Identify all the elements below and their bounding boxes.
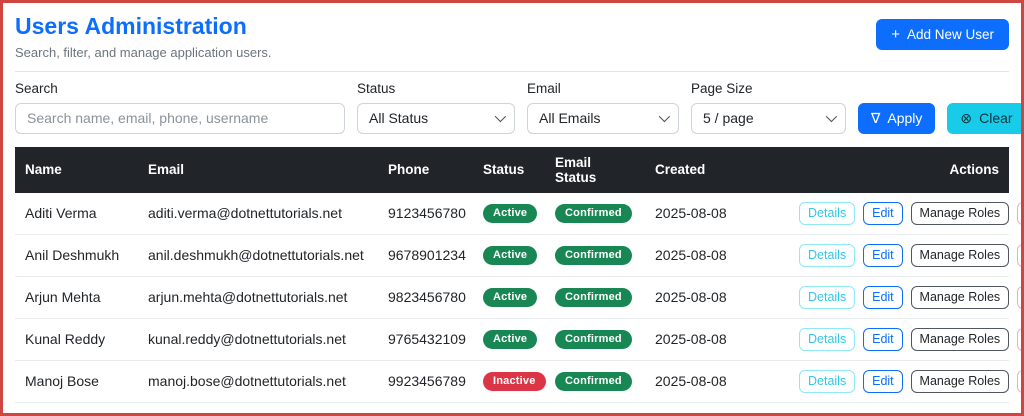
user-name: Arjun Mehta bbox=[15, 276, 138, 319]
col-created: Created bbox=[645, 146, 785, 193]
user-phone: 9123456780 bbox=[378, 192, 473, 235]
page-size-group: Page Size 5 / page bbox=[691, 81, 846, 134]
email-status-badge: Confirmed bbox=[555, 330, 632, 350]
user-name: Kunal Reddy bbox=[15, 318, 138, 361]
table-body: Aditi Verma aditi.verma@dotnettutorials.… bbox=[15, 192, 1021, 403]
filter-icon: ∇ bbox=[871, 110, 881, 127]
delete-button[interactable]: Delete bbox=[1017, 243, 1021, 267]
delete-button[interactable]: Delete bbox=[1017, 327, 1021, 351]
user-name: Aditi Verma bbox=[15, 192, 138, 235]
edit-button[interactable]: Edit bbox=[863, 201, 903, 225]
edit-button[interactable]: Edit bbox=[863, 369, 903, 393]
header-divider bbox=[15, 70, 1009, 72]
manage-roles-button[interactable]: Manage Roles bbox=[910, 327, 1010, 351]
table-header: Name Email Phone Status Email Status Cre… bbox=[15, 146, 1009, 193]
add-new-user-button[interactable]: + Add New User bbox=[876, 19, 1009, 50]
edit-button[interactable]: Edit bbox=[863, 285, 903, 309]
user-email: arjun.mehta@dotnettutorials.net bbox=[138, 276, 378, 319]
email-status-badge: Confirmed bbox=[555, 288, 632, 308]
table-row: Kunal Reddy kunal.reddy@dotnettutorials.… bbox=[15, 318, 1021, 361]
user-email: manoj.bose@dotnettutorials.net bbox=[138, 360, 378, 403]
status-label: Status bbox=[357, 80, 396, 96]
page-size-select[interactable]: 5 / page bbox=[691, 102, 846, 134]
search-group: Search bbox=[15, 81, 345, 134]
apply-button[interactable]: ∇ Apply bbox=[858, 102, 936, 134]
users-administration-page: Users Administration Search, filter, and… bbox=[0, 0, 1024, 416]
search-input[interactable] bbox=[15, 102, 345, 134]
col-status: Status bbox=[473, 146, 545, 193]
col-phone: Phone bbox=[378, 146, 473, 193]
details-button[interactable]: Details bbox=[799, 369, 856, 393]
title-block: Users Administration Search, filter, and… bbox=[15, 13, 272, 60]
col-actions: Actions bbox=[785, 146, 1009, 193]
status-group: Status All Status bbox=[357, 81, 515, 134]
user-phone: 9678901234 bbox=[378, 234, 473, 277]
email-select[interactable]: All Emails bbox=[527, 102, 679, 134]
plus-icon: + bbox=[891, 26, 900, 43]
page-header: Users Administration Search, filter, and… bbox=[15, 13, 1009, 60]
table-row: Manoj Bose manoj.bose@dotnettutorials.ne… bbox=[15, 360, 1021, 403]
delete-button[interactable]: Delete bbox=[1017, 201, 1021, 225]
manage-roles-button[interactable]: Manage Roles bbox=[910, 201, 1010, 225]
email-status-badge: Confirmed bbox=[555, 372, 632, 392]
created-date: 2025-08-08 bbox=[645, 192, 785, 235]
created-date: 2025-08-08 bbox=[645, 360, 785, 403]
email-select-value: All Emails bbox=[539, 110, 601, 127]
users-table: Name Email Phone Status Email Status Cre… bbox=[15, 146, 1021, 403]
details-button[interactable]: Details bbox=[799, 327, 856, 351]
status-badge: Active bbox=[483, 246, 538, 266]
status-badge: Active bbox=[483, 204, 538, 224]
user-phone: 9765432109 bbox=[378, 318, 473, 361]
page-size-select-value: 5 / page bbox=[703, 110, 754, 127]
status-badge: Active bbox=[483, 288, 538, 308]
col-name: Name bbox=[15, 146, 138, 193]
chevron-down-icon bbox=[825, 111, 838, 123]
col-email-status: Email Status bbox=[545, 146, 645, 193]
manage-roles-button[interactable]: Manage Roles bbox=[910, 243, 1010, 267]
page-subtitle: Search, filter, and manage application u… bbox=[15, 44, 272, 60]
table-row: Arjun Mehta arjun.mehta@dotnettutorials.… bbox=[15, 276, 1021, 319]
clear-icon: ⊗ bbox=[960, 110, 973, 127]
created-date: 2025-08-08 bbox=[645, 318, 785, 361]
email-status-badge: Confirmed bbox=[555, 246, 632, 266]
status-select[interactable]: All Status bbox=[357, 102, 515, 134]
clear-label: Clear bbox=[979, 110, 1013, 127]
delete-button[interactable]: Delete bbox=[1017, 369, 1021, 393]
manage-roles-button[interactable]: Manage Roles bbox=[910, 285, 1010, 309]
status-badge: Inactive bbox=[483, 372, 546, 392]
user-email: aditi.verma@dotnettutorials.net bbox=[138, 192, 378, 235]
details-button[interactable]: Details bbox=[799, 243, 856, 267]
page-size-label: Page Size bbox=[691, 80, 753, 96]
email-group: Email All Emails bbox=[527, 81, 679, 134]
clear-button[interactable]: ⊗ Clear bbox=[947, 102, 1021, 134]
page-title: Users Administration bbox=[15, 13, 247, 39]
chevron-down-icon bbox=[658, 111, 671, 123]
created-date: 2025-08-08 bbox=[645, 234, 785, 277]
details-button[interactable]: Details bbox=[799, 285, 856, 309]
table-row: Aditi Verma aditi.verma@dotnettutorials.… bbox=[15, 192, 1021, 235]
delete-button[interactable]: Delete bbox=[1017, 285, 1021, 309]
user-phone: 9823456780 bbox=[378, 276, 473, 319]
manage-roles-button[interactable]: Manage Roles bbox=[910, 369, 1010, 393]
user-email: anil.deshmukh@dotnettutorials.net bbox=[138, 234, 378, 277]
add-new-user-label: Add New User bbox=[906, 27, 994, 42]
status-badge: Active bbox=[483, 330, 538, 350]
edit-button[interactable]: Edit bbox=[863, 243, 903, 267]
details-button[interactable]: Details bbox=[799, 201, 856, 225]
email-status-badge: Confirmed bbox=[555, 204, 632, 224]
apply-label: Apply bbox=[887, 110, 923, 127]
chevron-down-icon bbox=[494, 111, 507, 123]
filter-bar: Search Status All Status Email All Email… bbox=[15, 81, 1021, 134]
table-row: Anil Deshmukh anil.deshmukh@dotnettutori… bbox=[15, 234, 1021, 277]
user-phone: 9923456789 bbox=[378, 360, 473, 403]
email-label: Email bbox=[527, 80, 561, 96]
user-name: Anil Deshmukh bbox=[15, 234, 138, 277]
user-name: Manoj Bose bbox=[15, 360, 138, 403]
search-label: Search bbox=[15, 80, 58, 96]
edit-button[interactable]: Edit bbox=[863, 327, 903, 351]
created-date: 2025-08-08 bbox=[645, 276, 785, 319]
user-email: kunal.reddy@dotnettutorials.net bbox=[138, 318, 378, 361]
col-email: Email bbox=[138, 146, 378, 193]
status-select-value: All Status bbox=[369, 110, 429, 127]
